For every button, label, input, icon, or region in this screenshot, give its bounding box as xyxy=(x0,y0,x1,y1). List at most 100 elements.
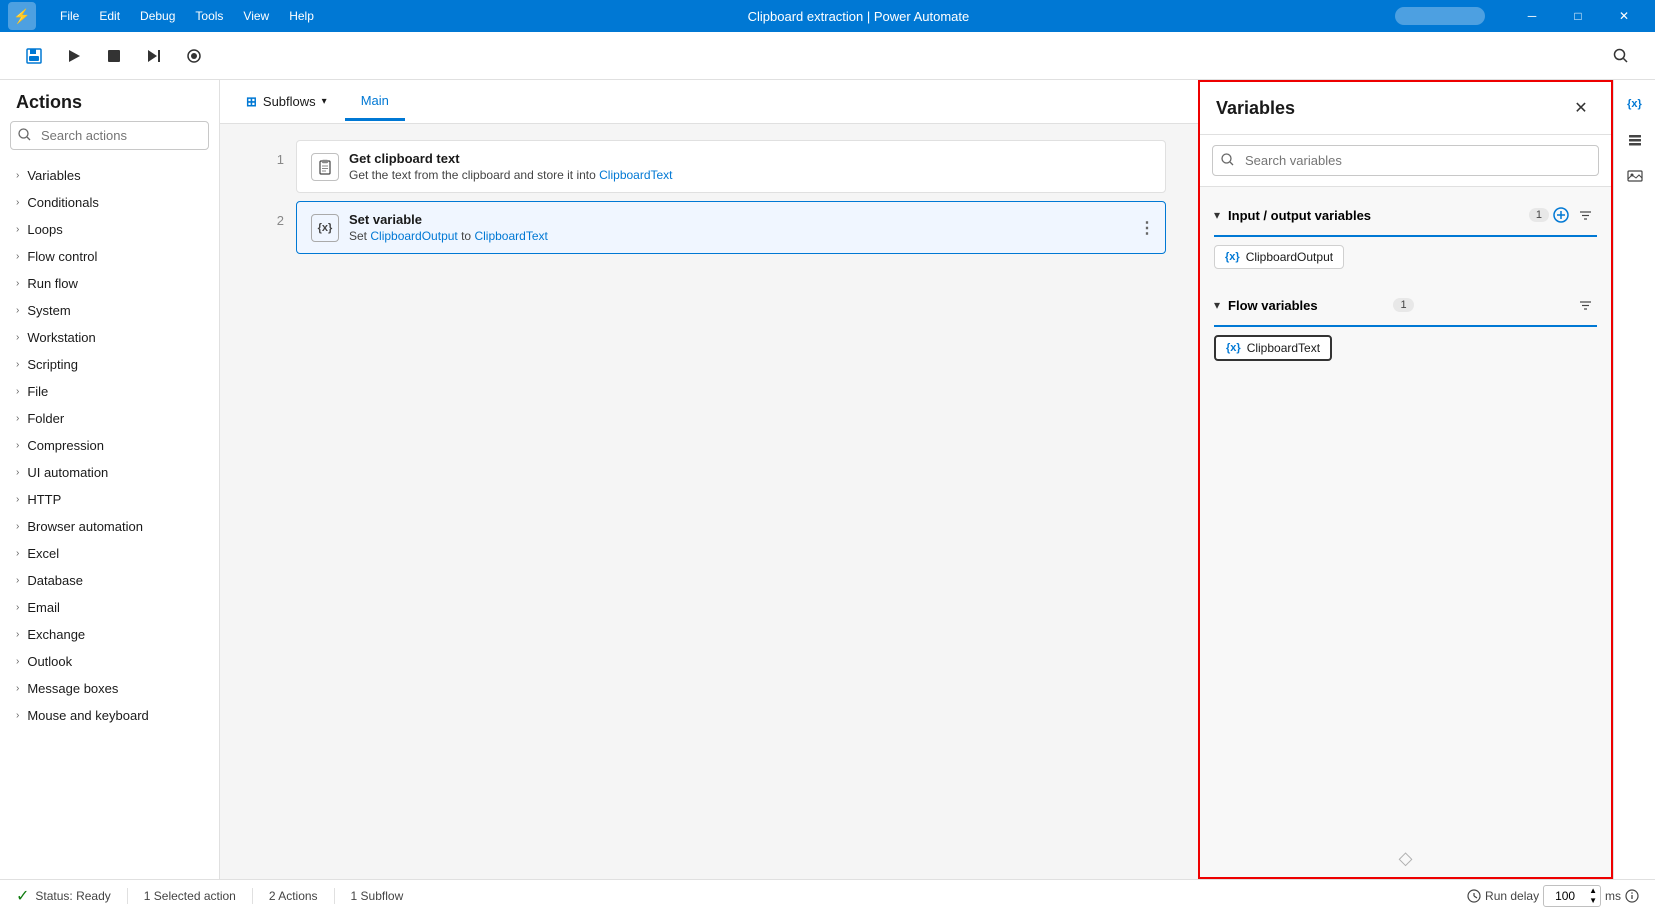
variables-search-input[interactable] xyxy=(1212,145,1599,176)
step-icon-variable: {x} xyxy=(311,214,339,242)
action-item-ui-automation[interactable]: › UI automation xyxy=(0,459,219,486)
filter-flow-variables-button[interactable] xyxy=(1573,293,1597,317)
stop-button[interactable] xyxy=(96,38,132,74)
action-item-database[interactable]: › Database xyxy=(0,567,219,594)
action-item-file[interactable]: › File xyxy=(0,378,219,405)
filter-input-output-button[interactable] xyxy=(1573,203,1597,227)
run-delay-up[interactable]: ▲ xyxy=(1586,886,1600,896)
variables-search-icon xyxy=(1221,153,1234,169)
action-item-run-flow[interactable]: › Run flow xyxy=(0,270,219,297)
title-bar: ⚡ File Edit Debug Tools View Help Clipbo… xyxy=(0,0,1655,32)
close-button[interactable]: ✕ xyxy=(1601,0,1647,32)
action-item-email[interactable]: › Email xyxy=(0,594,219,621)
chevron-icon: › xyxy=(16,656,19,667)
var-chip-icon: {x} xyxy=(1226,342,1241,354)
flow-step-1: 1 Get clipboard text xyxy=(252,140,1166,193)
clipboard-text-link[interactable]: ClipboardText xyxy=(599,168,672,182)
action-item-workstation[interactable]: › Workstation xyxy=(0,324,219,351)
action-item-message-boxes[interactable]: › Message boxes xyxy=(0,675,219,702)
actions-title: Actions xyxy=(0,80,219,121)
toolbar xyxy=(0,32,1655,80)
maximize-button[interactable]: □ xyxy=(1555,0,1601,32)
record-button[interactable] xyxy=(176,38,212,74)
action-item-http[interactable]: › HTTP xyxy=(0,486,219,513)
step-card-set-variable[interactable]: {x} Set variable Set ClipboardOutput to … xyxy=(296,201,1166,254)
action-item-variables[interactable]: › Variables xyxy=(0,162,219,189)
action-item-mouse-keyboard[interactable]: › Mouse and keyboard xyxy=(0,702,219,729)
action-item-excel[interactable]: › Excel xyxy=(0,540,219,567)
add-variable-button[interactable] xyxy=(1549,203,1573,227)
next-step-button[interactable] xyxy=(136,38,172,74)
action-item-conditionals[interactable]: › Conditionals xyxy=(0,189,219,216)
step-card-get-clipboard[interactable]: Get clipboard text Get the text from the… xyxy=(296,140,1166,193)
action-item-folder[interactable]: › Folder xyxy=(0,405,219,432)
subflows-chevron-icon: ▾ xyxy=(322,96,327,107)
run-button[interactable] xyxy=(56,38,92,74)
menu-help[interactable]: Help xyxy=(281,5,322,27)
step-more-menu[interactable]: ⋮ xyxy=(1139,218,1155,238)
action-item-label: Email xyxy=(27,600,60,615)
layers-button[interactable] xyxy=(1619,124,1651,156)
variables-content: ▾ Input / output variables 1 xyxy=(1200,187,1611,840)
canvas-content: 1 Get clipboard text xyxy=(220,124,1198,879)
action-item-label: Loops xyxy=(27,222,62,237)
action-item-system[interactable]: › System xyxy=(0,297,219,324)
action-item-compression[interactable]: › Compression xyxy=(0,432,219,459)
action-item-exchange[interactable]: › Exchange xyxy=(0,621,219,648)
clipboard-text-link-2[interactable]: ClipboardText xyxy=(474,229,547,243)
step-icon-clipboard xyxy=(311,153,339,181)
chevron-icon: › xyxy=(16,170,19,181)
chevron-icon: › xyxy=(16,467,19,478)
chevron-icon: › xyxy=(16,197,19,208)
subflows-icon: ⊞ xyxy=(246,94,257,110)
action-item-label: Workstation xyxy=(27,330,95,345)
status-divider-3 xyxy=(334,888,335,904)
canvas-search-button[interactable] xyxy=(1603,38,1639,74)
run-delay-down[interactable]: ▼ xyxy=(1586,896,1600,906)
save-button[interactable] xyxy=(16,38,52,74)
image-button[interactable] xyxy=(1619,160,1651,192)
flow-variables-section-header[interactable]: ▾ Flow variables 1 xyxy=(1200,285,1611,325)
actions-list: › Variables › Conditionals › Loops › Flo… xyxy=(0,158,219,879)
total-actions-label: 2 Actions xyxy=(269,889,318,903)
action-item-browser-automation[interactable]: › Browser automation xyxy=(0,513,219,540)
chevron-icon: › xyxy=(16,629,19,640)
action-item-loops[interactable]: › Loops xyxy=(0,216,219,243)
action-item-label: Variables xyxy=(27,168,80,183)
input-output-items: {x} ClipboardOutput xyxy=(1200,237,1611,277)
step-content-1: Get clipboard text Get the text from the… xyxy=(349,151,1151,182)
clipboard-output-link[interactable]: ClipboardOutput xyxy=(370,229,457,243)
selected-actions-label: 1 Selected action xyxy=(144,889,236,903)
action-item-flow-control[interactable]: › Flow control xyxy=(0,243,219,270)
menu-debug[interactable]: Debug xyxy=(132,5,183,27)
flow-variable-items: {x} ClipboardText xyxy=(1200,327,1611,369)
var-chip-icon: {x} xyxy=(1225,251,1240,263)
clipboard-output-chip[interactable]: {x} ClipboardOutput xyxy=(1214,245,1344,269)
status-label: Status: Ready xyxy=(35,889,110,903)
clipboard-text-chip[interactable]: {x} ClipboardText xyxy=(1214,335,1332,361)
step-number-2: 2 xyxy=(252,201,284,228)
subflows-label: Subflows xyxy=(263,94,316,109)
ms-label: ms xyxy=(1605,889,1621,903)
menu-file[interactable]: File xyxy=(52,5,87,27)
minimize-button[interactable]: ─ xyxy=(1509,0,1555,32)
action-item-label: Compression xyxy=(27,438,104,453)
action-item-label: File xyxy=(27,384,48,399)
menu-view[interactable]: View xyxy=(235,5,277,27)
variables-search-container xyxy=(1200,135,1611,187)
input-output-section-header[interactable]: ▾ Input / output variables 1 xyxy=(1200,195,1611,235)
variables-panel: Variables ✕ ▾ Input / output variables xyxy=(1198,80,1613,879)
tab-main[interactable]: Main xyxy=(345,83,405,121)
chevron-icon: › xyxy=(16,359,19,370)
action-item-scripting[interactable]: › Scripting xyxy=(0,351,219,378)
menu-tools[interactable]: Tools xyxy=(187,5,231,27)
run-delay-spinner[interactable]: ▲ ▼ xyxy=(1586,886,1600,906)
action-item-outlook[interactable]: › Outlook xyxy=(0,648,219,675)
variables-close-button[interactable]: ✕ xyxy=(1567,94,1595,122)
subflows-button[interactable]: ⊞ Subflows ▾ xyxy=(236,88,337,116)
run-delay-input[interactable] xyxy=(1544,887,1586,905)
chevron-icon: › xyxy=(16,251,19,262)
actions-search-input[interactable] xyxy=(10,121,209,150)
menu-edit[interactable]: Edit xyxy=(91,5,128,27)
variables-toggle-button[interactable]: {x} xyxy=(1619,88,1651,120)
